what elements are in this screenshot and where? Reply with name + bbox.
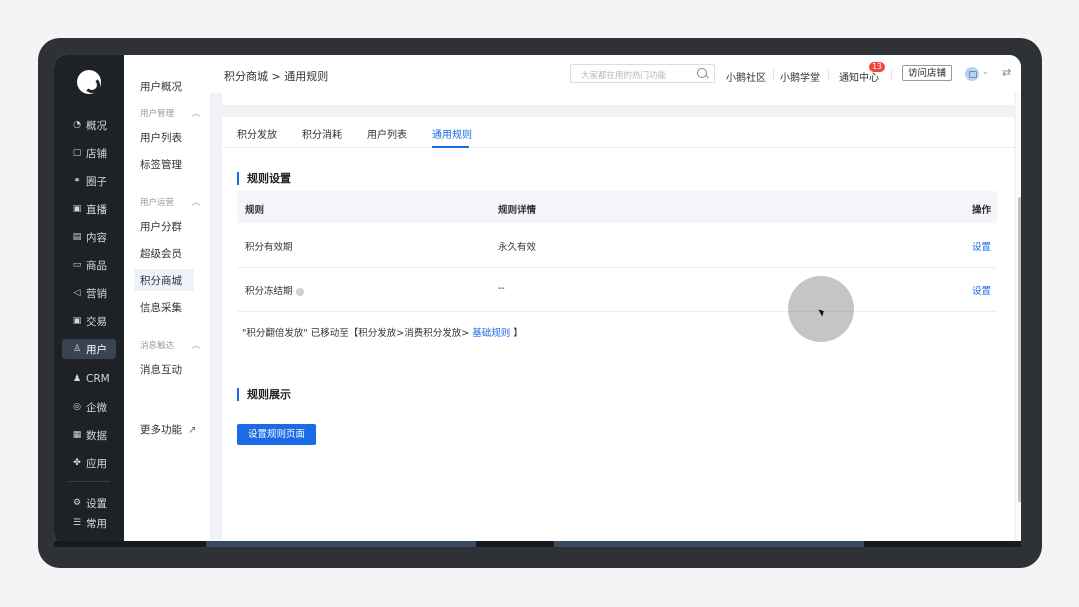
taskbar-segment xyxy=(206,541,476,547)
set-freeze-link[interactable]: 设置 xyxy=(972,283,991,297)
rule-detail: -- xyxy=(498,283,505,294)
basic-rules-link[interactable]: 基础规则 xyxy=(472,328,510,339)
content-layer: 积分发放 积分消耗 用户列表 通用规则 规则设置 规则 规则详情 操作 积分有效… xyxy=(54,55,1021,545)
tab-points-consume[interactable]: 积分消耗 xyxy=(302,126,342,141)
rule-name: 积分有效期 xyxy=(245,242,293,253)
tab-points-issue[interactable]: 积分发放 xyxy=(237,126,277,141)
tab-user-list[interactable]: 用户列表 xyxy=(367,126,407,141)
taskbar-segment xyxy=(554,541,864,547)
active-tab-indicator xyxy=(432,146,469,148)
rule-name-cell: 积分冻结期 i xyxy=(245,283,304,297)
col-detail: 规则详情 xyxy=(498,205,537,216)
table-row: 积分冻结期 i -- 设置 xyxy=(237,267,997,312)
card-top-strip xyxy=(222,93,1014,105)
set-rule-page-button[interactable]: 设置规则页面 xyxy=(237,424,316,445)
set-validity-link[interactable]: 设置 xyxy=(972,239,991,253)
rule-name: 积分冻结期 xyxy=(245,286,293,297)
info-icon[interactable]: i xyxy=(295,288,304,296)
scrollbar-thumb[interactable] xyxy=(1018,197,1021,502)
table-row: 积分有效期 永久有效 设置 xyxy=(237,223,997,268)
rule-detail: 永久有效 xyxy=(498,242,537,253)
rules-section-title: 规则设置 xyxy=(237,172,291,185)
tab-bar: 积分发放 积分消耗 用户列表 通用规则 xyxy=(222,117,1014,148)
col-action: 操作 xyxy=(972,205,992,216)
tab-general-rules[interactable]: 通用规则 xyxy=(432,126,472,141)
col-rule: 规则 xyxy=(245,205,265,216)
display-section-title: 规则展示 xyxy=(237,388,291,401)
rules-table-header: 规则 规则详情 操作 xyxy=(237,191,997,223)
taskbar xyxy=(54,541,1021,547)
move-notice: "积分翻倍发放" 已移动至【积分发放>消费积分发放> 基础规则 】 xyxy=(242,328,523,339)
